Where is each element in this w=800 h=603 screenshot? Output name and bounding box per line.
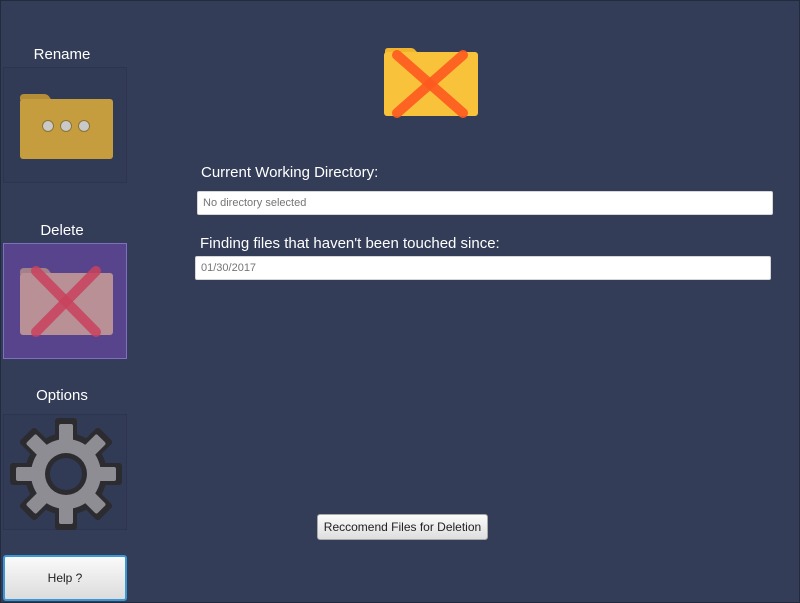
date-input[interactable] — [195, 256, 771, 280]
app-window: Rename Delete Options Help ? Current Wor… — [0, 0, 800, 603]
directory-label: Current Working Directory: — [201, 164, 379, 181]
folder-delete-icon — [383, 45, 479, 124]
gear-icon — [10, 418, 122, 530]
rename-label: Rename — [33, 46, 91, 63]
options-label: Options — [36, 387, 88, 404]
folder-delete-icon — [20, 266, 113, 337]
recommend-deletion-button[interactable]: Reccomend Files for Deletion — [317, 514, 488, 540]
folder-dots-icon — [20, 94, 113, 159]
date-label: Finding files that haven't been touched … — [200, 235, 500, 252]
delete-tile[interactable] — [3, 243, 127, 359]
rename-tile[interactable] — [3, 67, 127, 183]
delete-label: Delete — [40, 222, 84, 239]
directory-input[interactable] — [197, 191, 773, 215]
options-tile[interactable] — [3, 414, 127, 530]
help-button[interactable]: Help ? — [3, 555, 127, 601]
